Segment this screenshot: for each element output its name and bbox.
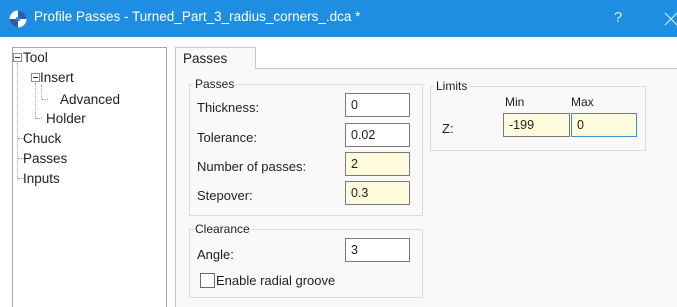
collapse-toggle-icon[interactable] [31, 73, 40, 82]
tab-passes[interactable]: Passes [175, 47, 256, 69]
tree-line [35, 83, 36, 119]
thickness-label: Thickness: [197, 100, 260, 115]
passes-group-title: Passes [193, 77, 237, 91]
help-button[interactable]: ? [608, 8, 628, 28]
window-title: Profile Passes - Turned_Part_3_radius_co… [34, 9, 361, 24]
limits-max-header: Max [571, 95, 594, 109]
close-icon[interactable] [650, 8, 677, 30]
stepover-label: Stepover: [197, 188, 253, 203]
tree-item-insert[interactable]: Insert [40, 70, 74, 86]
stepover-input[interactable]: 0.3 [345, 181, 410, 205]
thickness-input[interactable]: 0 [345, 93, 410, 117]
enable-radial-groove-label[interactable]: Enable radial groove [216, 273, 335, 288]
tree-item-holder[interactable]: Holder [46, 111, 86, 127]
enable-radial-groove-checkbox[interactable] [200, 273, 215, 288]
tree-item-inputs[interactable]: Inputs [23, 171, 60, 187]
clearance-group-title: Clearance [193, 222, 252, 236]
tree-line [41, 85, 42, 99]
number-of-passes-input[interactable]: 2 [345, 152, 410, 176]
tree-line [36, 118, 42, 119]
collapse-toggle-icon[interactable] [13, 53, 22, 62]
z-min-input[interactable]: -199 [503, 113, 570, 137]
tree-line [17, 63, 18, 179]
angle-label: Angle: [197, 247, 234, 262]
title-bar: Profile Passes - Turned_Part_3_radius_co… [0, 0, 677, 37]
tolerance-input[interactable]: 0.02 [345, 123, 410, 147]
app-logo-icon [9, 10, 27, 28]
settings-tree: Tool Insert Advanced Holder Chuck Passes… [12, 47, 167, 307]
number-of-passes-label: Number of passes: [197, 159, 307, 174]
z-max-input[interactable]: 0 [571, 113, 637, 137]
limits-min-header: Min [505, 95, 525, 109]
limits-group-title: Limits [434, 79, 470, 93]
tree-item-passes[interactable]: Passes [23, 151, 67, 167]
z-limit-label: Z: [442, 121, 454, 136]
tree-item-advanced[interactable]: Advanced [60, 92, 120, 108]
angle-input[interactable]: 3 [345, 238, 410, 262]
tree-item-tool[interactable]: Tool [23, 50, 48, 66]
tree-item-chuck[interactable]: Chuck [23, 131, 61, 147]
tree-line [42, 99, 48, 100]
tolerance-label: Tolerance: [197, 130, 257, 145]
